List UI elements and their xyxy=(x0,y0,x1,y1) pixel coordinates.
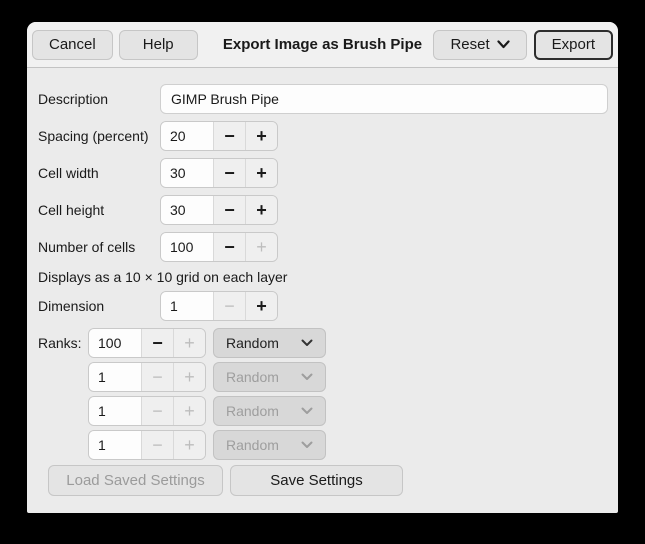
rank-2-increment-button: + xyxy=(173,363,205,391)
load-saved-settings-button: Load Saved Settings xyxy=(48,465,223,496)
cell-height-decrement-button[interactable]: − xyxy=(213,196,245,224)
cell-height-input[interactable] xyxy=(161,196,213,224)
number-of-cells-label: Number of cells xyxy=(38,239,160,255)
rank-4-decrement-button: − xyxy=(141,431,173,459)
cell-width-increment-button[interactable]: + xyxy=(245,159,277,187)
rank-1-increment-button: + xyxy=(173,329,205,357)
cell-width-spinner: − + xyxy=(160,158,278,188)
minus-icon: − xyxy=(224,238,235,256)
spacing-spinner: − + xyxy=(160,121,278,151)
dialog-body: Description Spacing (percent) − + xyxy=(27,68,618,513)
chevron-down-icon xyxy=(497,40,510,49)
rank-3-increment-button: + xyxy=(173,397,205,425)
cell-width-decrement-button[interactable]: − xyxy=(213,159,245,187)
number-of-cells-input[interactable] xyxy=(161,233,213,261)
plus-icon: + xyxy=(184,402,195,420)
chevron-down-icon xyxy=(301,441,313,449)
rank-3-decrement-button: − xyxy=(141,397,173,425)
dimension-input[interactable] xyxy=(161,292,213,320)
rank-2-mode-select: Random xyxy=(213,362,326,392)
chevron-down-icon xyxy=(301,407,313,415)
rank-4-mode-label: Random xyxy=(226,437,279,453)
rank-4-spinner: − + xyxy=(88,430,206,460)
dimension-decrement-button: − xyxy=(213,292,245,320)
cell-height-row: Cell height − + xyxy=(38,195,608,225)
minus-icon: − xyxy=(152,368,163,386)
plus-icon: + xyxy=(256,297,267,315)
dimension-spinner: − + xyxy=(160,291,278,321)
minus-icon: − xyxy=(224,127,235,145)
spacing-increment-button[interactable]: + xyxy=(245,122,277,150)
description-label: Description xyxy=(38,91,160,107)
rank-1-mode-label: Random xyxy=(226,335,279,351)
ranks-label: Ranks: xyxy=(38,335,88,351)
settings-buttons: Load Saved Settings Save Settings xyxy=(48,465,608,496)
plus-icon: + xyxy=(184,368,195,386)
export-brush-pipe-dialog: Cancel Help Export Image as Brush Pipe R… xyxy=(27,22,618,513)
cell-height-label: Cell height xyxy=(38,202,160,218)
export-button[interactable]: Export xyxy=(534,30,613,60)
minus-icon: − xyxy=(152,334,163,352)
rank-row: − + Random xyxy=(38,362,608,392)
rank-1-input[interactable] xyxy=(89,329,141,357)
spacing-row: Spacing (percent) − + xyxy=(38,121,608,151)
rank-1-spinner: − + xyxy=(88,328,206,358)
reset-button[interactable]: Reset xyxy=(433,30,526,60)
chevron-down-icon xyxy=(301,373,313,381)
rank-2-input[interactable] xyxy=(89,363,141,391)
rank-3-input[interactable] xyxy=(89,397,141,425)
grid-note: Displays as a 10 × 10 grid on each layer xyxy=(38,269,608,285)
rank-1-mode-select[interactable]: Random xyxy=(213,328,326,358)
spacing-input[interactable] xyxy=(161,122,213,150)
cancel-button[interactable]: Cancel xyxy=(32,30,113,60)
number-of-cells-increment-button: + xyxy=(245,233,277,261)
plus-icon: + xyxy=(184,436,195,454)
number-of-cells-spinner: − + xyxy=(160,232,278,262)
save-settings-button[interactable]: Save Settings xyxy=(230,465,403,496)
minus-icon: − xyxy=(224,164,235,182)
rank-2-mode-label: Random xyxy=(226,369,279,385)
rank-row: − + Random xyxy=(38,430,608,460)
help-button[interactable]: Help xyxy=(119,30,198,60)
rank-row: − + Random xyxy=(38,396,608,426)
screen-background: Cancel Help Export Image as Brush Pipe R… xyxy=(0,0,645,544)
rank-3-spinner: − + xyxy=(88,396,206,426)
cell-width-label: Cell width xyxy=(38,165,160,181)
plus-icon: + xyxy=(256,201,267,219)
cell-height-spinner: − + xyxy=(160,195,278,225)
dimension-row: Dimension − + xyxy=(38,291,608,321)
minus-icon: − xyxy=(224,201,235,219)
plus-icon: + xyxy=(184,334,195,352)
description-input[interactable] xyxy=(160,84,608,114)
rank-3-mode-select: Random xyxy=(213,396,326,426)
rank-4-input[interactable] xyxy=(89,431,141,459)
rank-4-increment-button: + xyxy=(173,431,205,459)
rank-1-decrement-button[interactable]: − xyxy=(141,329,173,357)
plus-icon: + xyxy=(256,238,267,256)
rank-3-mode-label: Random xyxy=(226,403,279,419)
rank-row: Ranks: − + Random xyxy=(38,328,608,358)
spacing-decrement-button[interactable]: − xyxy=(213,122,245,150)
number-of-cells-decrement-button[interactable]: − xyxy=(213,233,245,261)
dimension-label: Dimension xyxy=(38,298,160,314)
number-of-cells-row: Number of cells − + xyxy=(38,232,608,262)
minus-icon: − xyxy=(152,436,163,454)
rank-2-spinner: − + xyxy=(88,362,206,392)
chevron-down-icon xyxy=(301,339,313,347)
reset-button-label: Reset xyxy=(450,36,489,53)
cell-width-row: Cell width − + xyxy=(38,158,608,188)
dimension-increment-button[interactable]: + xyxy=(245,292,277,320)
cell-height-increment-button[interactable]: + xyxy=(245,196,277,224)
header-bar: Cancel Help Export Image as Brush Pipe R… xyxy=(27,22,618,68)
plus-icon: + xyxy=(256,164,267,182)
plus-icon: + xyxy=(256,127,267,145)
rank-4-mode-select: Random xyxy=(213,430,326,460)
minus-icon: − xyxy=(224,297,235,315)
rank-2-decrement-button: − xyxy=(141,363,173,391)
cell-width-input[interactable] xyxy=(161,159,213,187)
description-row: Description xyxy=(38,84,608,114)
minus-icon: − xyxy=(152,402,163,420)
spacing-label: Spacing (percent) xyxy=(38,128,160,144)
